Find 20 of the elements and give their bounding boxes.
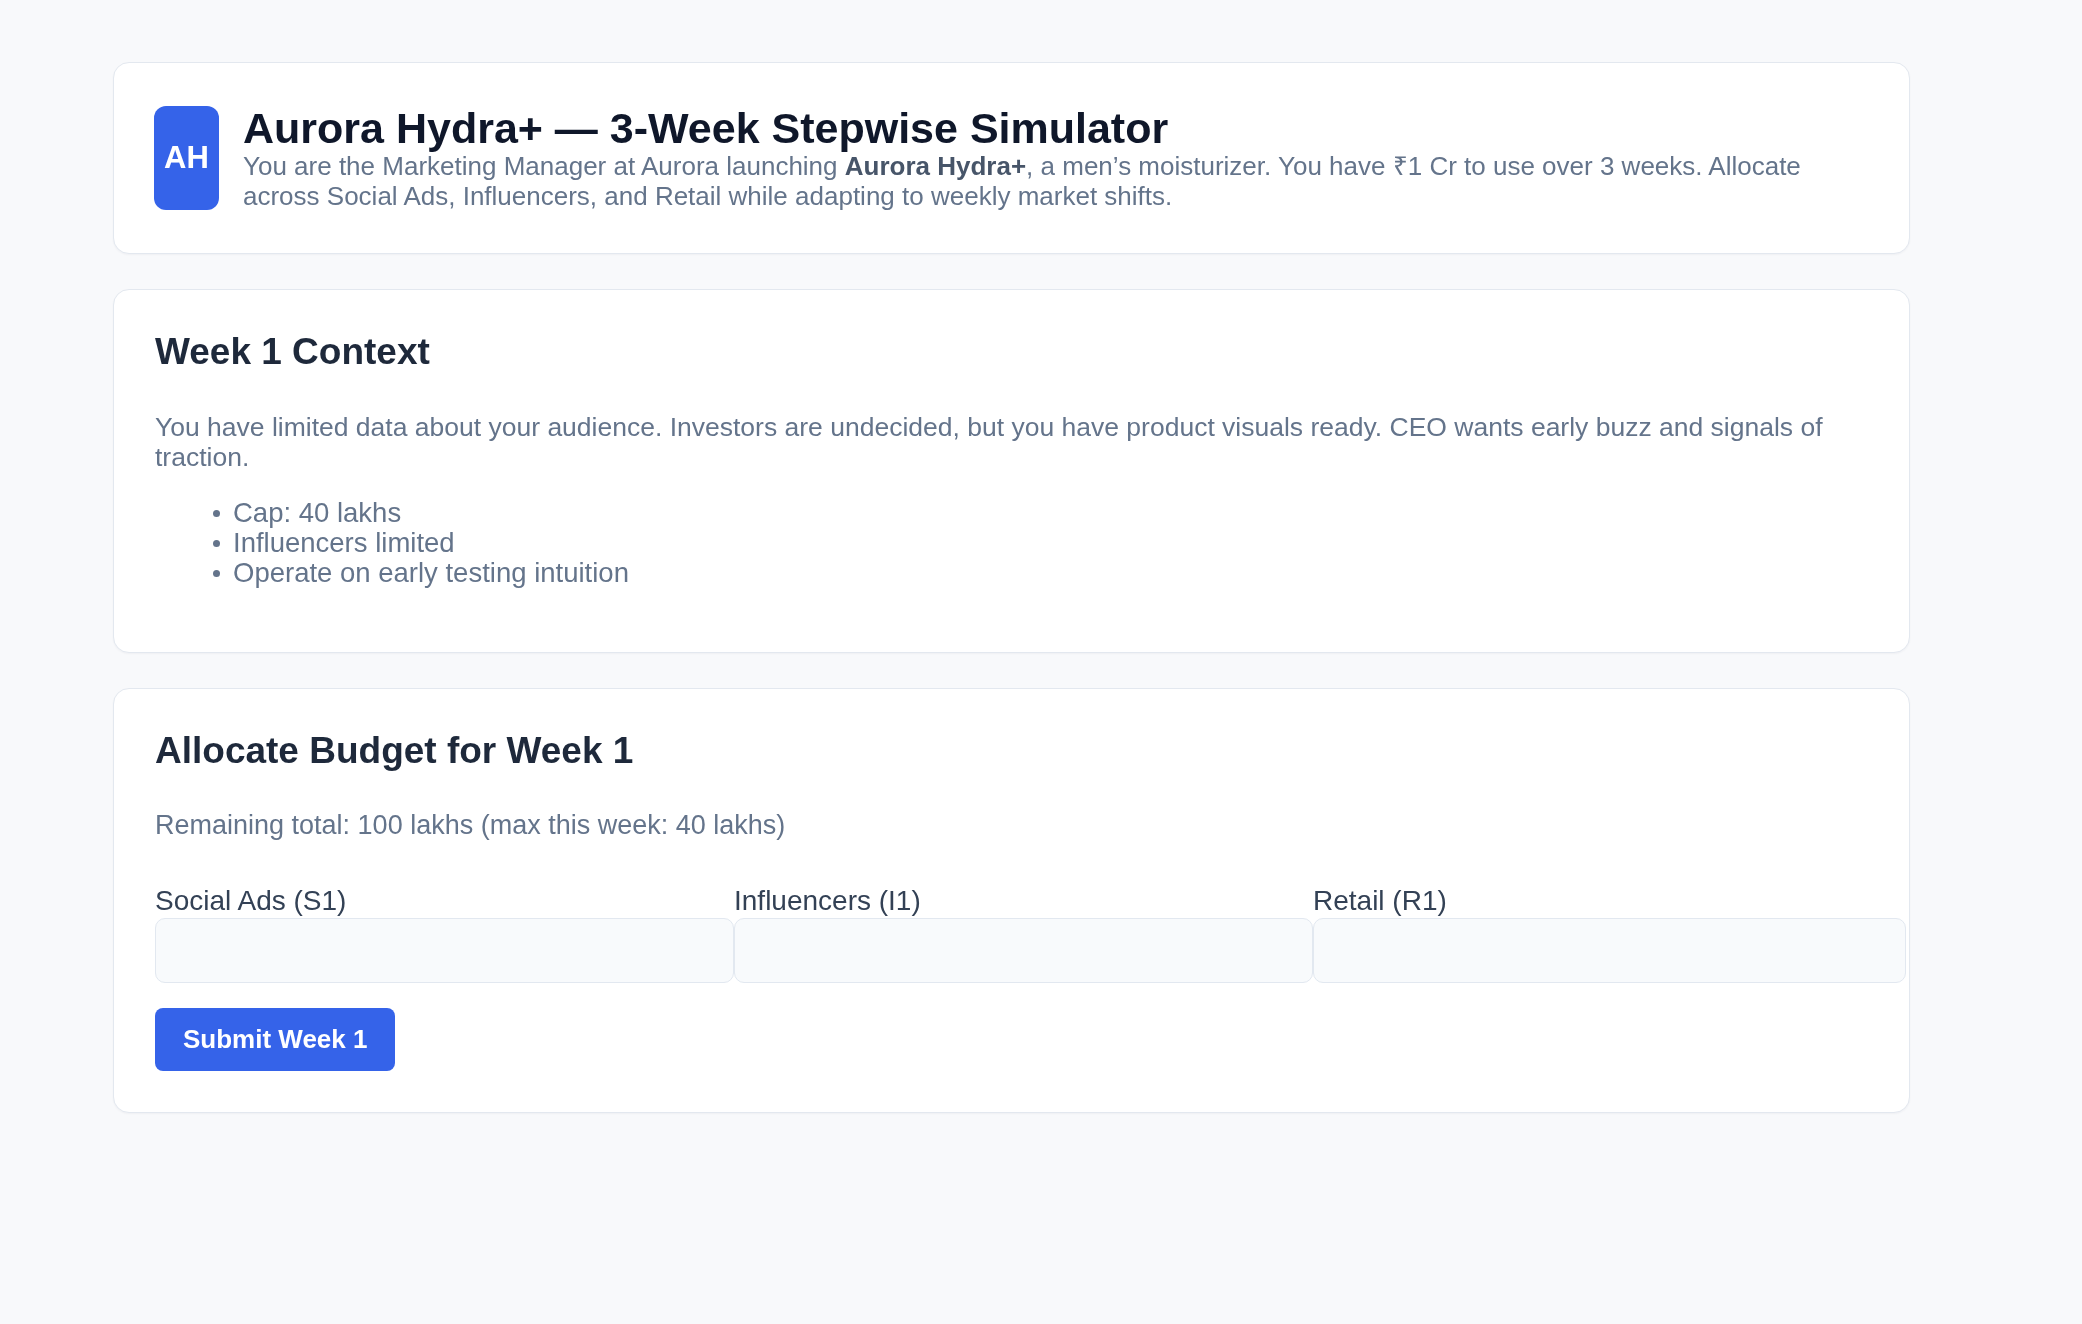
bullet-icon [213, 509, 220, 517]
field-label: Retail (R1) [1313, 886, 1448, 916]
logo-tile: AH [154, 106, 219, 210]
input-field[interactable] [1313, 918, 1906, 983]
bullet-icon [213, 569, 220, 577]
intro-text: You are the Marketing Manager at Aurora launching Aurora Hydra+, a men’s moisturizer. You have ₹1 Cr to use over 3 weeks. Allocate across Social Ads, Influencers, and Retail while adapting to weekly market shifts. [243, 151, 1802, 211]
input-field[interactable] [734, 918, 1313, 983]
remaining-budget-text: Remaining total: 100 lakhs (max this week: 40 lakhs) [155, 810, 787, 840]
section-heading: Allocate Budget for Week 1 [155, 730, 635, 772]
input-field[interactable] [155, 918, 734, 983]
context-text: You have limited data about your audience. Investors are undecided, but you have product visuals ready. CEO wants early buzz and signals of traction. [155, 412, 1824, 472]
field-label: Social Ads (S1) [155, 886, 348, 916]
app-title: Aurora Hydra+ — 3-Week Stepwise Simulator [243, 105, 1170, 151]
section-heading: Week 1 Context [155, 331, 431, 373]
submit-button[interactable]: Submit Week 1 [155, 1008, 396, 1071]
bullet-text: Operate on early testing intuition [233, 558, 629, 588]
bullet-icon [213, 539, 220, 547]
bullet-text: Influencers limited [233, 528, 455, 558]
field-label: Influencers (I1) [734, 886, 922, 916]
bullet-text: Cap: 40 lakhs [233, 498, 402, 528]
